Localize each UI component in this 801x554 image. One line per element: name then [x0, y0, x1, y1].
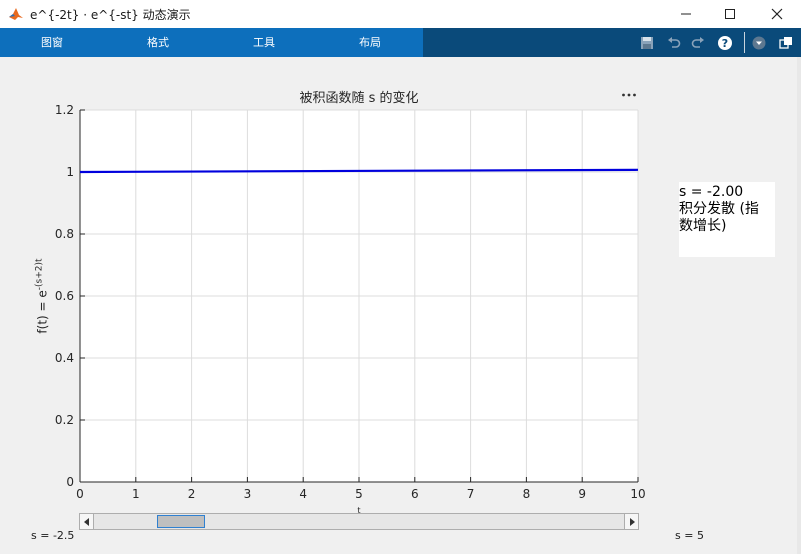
slider-thumb[interactable] [157, 515, 206, 528]
x-tick-label: 3 [244, 487, 252, 501]
status-annotation: s = -2.00 积分发散 (指 数增长) [679, 182, 775, 257]
y-tick-label: 0 [66, 475, 74, 489]
x-tick-label: 1 [132, 487, 140, 501]
x-tick-label: 0 [76, 487, 84, 501]
s-slider[interactable] [79, 513, 639, 530]
y-axis-label: f(t) = e-(s+2)t [35, 258, 50, 333]
triangle-right-icon [629, 517, 635, 526]
y-axis-label-exponent: -(s+2)t [34, 258, 45, 291]
x-tick-label: 2 [188, 487, 196, 501]
triangle-left-icon [83, 517, 89, 526]
x-tick-label: 5 [355, 487, 363, 501]
slider-left-arrow[interactable] [80, 514, 94, 529]
annotation-line-3: 数增长) [679, 218, 727, 234]
x-tick-label: 10 [630, 487, 645, 501]
slider-min-label: s = -2.5 [31, 529, 75, 542]
y-tick-label: 0.2 [55, 413, 74, 427]
y-tick-label: 1.2 [55, 103, 74, 117]
x-tick-label: 9 [578, 487, 586, 501]
slider-right-arrow[interactable] [624, 514, 638, 529]
x-tick-label: 8 [523, 487, 531, 501]
y-tick-label: 0.6 [55, 289, 74, 303]
x-tick-label: 4 [299, 487, 307, 501]
x-tick-label: 7 [467, 487, 475, 501]
slider-max-label: s = 5 [675, 529, 704, 542]
window-edge [797, 57, 801, 554]
y-axis-label-base: f(t) = e [35, 290, 50, 334]
x-tick-label: 6 [411, 487, 419, 501]
y-tick-label: 1 [66, 165, 74, 179]
annotation-line-1: s = -2.00 [679, 184, 744, 200]
plot-axes: 0 1 2 3 4 5 6 7 8 9 1000.20.40.60.811.2t [55, 103, 646, 515]
y-tick-label: 0.4 [55, 351, 74, 365]
annotation-line-2: 积分发散 (指 [679, 201, 759, 217]
y-tick-label: 0.8 [55, 227, 74, 241]
